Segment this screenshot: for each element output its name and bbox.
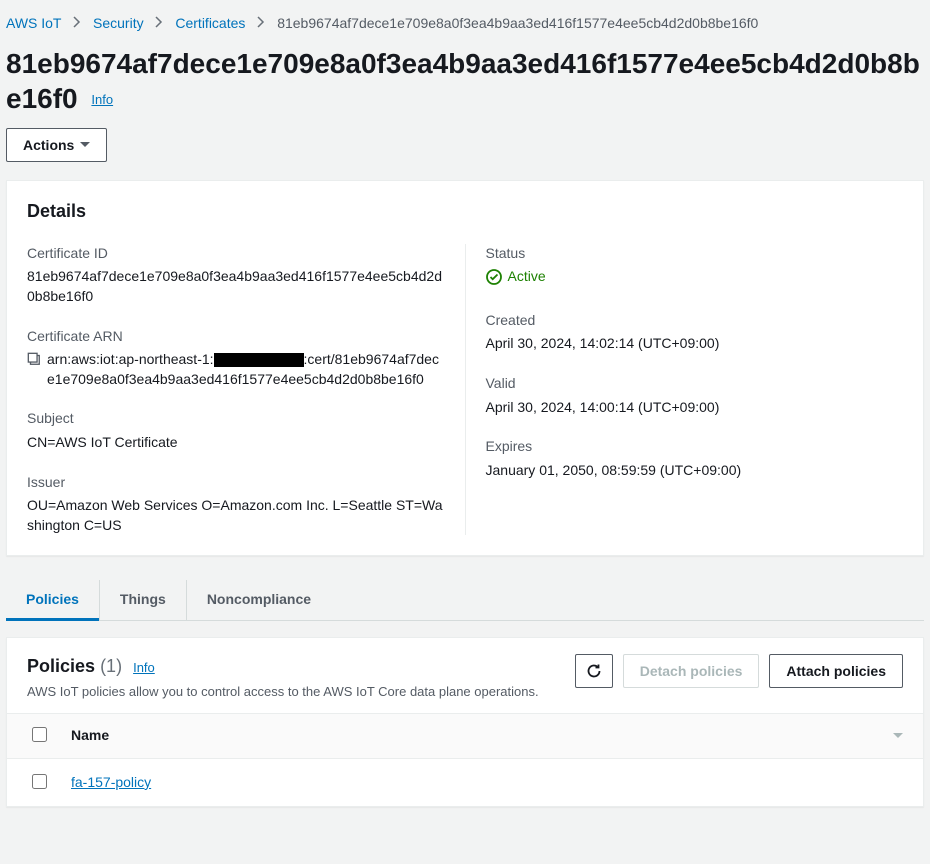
valid-value: April 30, 2024, 14:00:14 (UTC+09:00) [486,398,904,418]
issuer-label: Issuer [27,473,445,493]
policies-count: (1) [100,656,122,676]
subject-label: Subject [27,409,445,429]
breadcrumb-current: 81eb9674af7dece1e709e8a0f3ea4b9aa3ed416f… [277,15,758,31]
subject-value: CN=AWS IoT Certificate [27,433,445,453]
page-title-text: 81eb9674af7dece1e709e8a0f3ea4b9aa3ed416f… [6,48,920,114]
cert-id-label: Certificate ID [27,244,445,264]
breadcrumb-aws-iot[interactable]: AWS IoT [6,15,61,31]
detach-policies-button: Detach policies [623,654,760,688]
expires-label: Expires [486,437,904,457]
policies-info-link[interactable]: Info [133,660,155,675]
cert-id-value: 81eb9674af7dece1e709e8a0f3ea4b9aa3ed416f… [27,267,445,306]
policy-link[interactable]: fa-157-policy [71,774,151,790]
check-circle-icon [486,269,502,285]
status-label: Status [486,244,904,264]
sort-caret-icon [893,726,903,746]
name-header[interactable]: Name [51,714,923,759]
select-all-checkbox[interactable] [32,727,47,742]
redacted-account [214,353,304,367]
attach-policies-button[interactable]: Attach policies [769,654,903,688]
refresh-icon [586,663,602,679]
expires-value: January 01, 2050, 08:59:59 (UTC+09:00) [486,461,904,481]
valid-label: Valid [486,374,904,394]
details-panel: Details Certificate ID 81eb9674af7dece1e… [6,180,924,557]
chevron-right-icon [155,14,163,34]
copy-icon[interactable] [27,352,41,372]
row-checkbox[interactable] [32,774,47,789]
refresh-button[interactable] [575,654,613,688]
caret-down-icon [80,142,90,147]
tab-things[interactable]: Things [100,580,187,620]
policies-desc: AWS IoT policies allow you to control ac… [27,683,539,701]
created-label: Created [486,311,904,331]
status-value: Active [486,267,546,287]
policies-panel: Policies (1) Info AWS IoT policies allow… [6,637,924,808]
chevron-right-icon [73,14,81,34]
actions-button[interactable]: Actions [6,128,107,162]
chevron-right-icon [257,14,265,34]
issuer-value: OU=Amazon Web Services O=Amazon.com Inc.… [27,496,445,535]
table-row: fa-157-policy [7,758,923,806]
breadcrumb-certificates[interactable]: Certificates [175,15,245,31]
tab-noncompliance[interactable]: Noncompliance [187,580,331,620]
divider [465,244,466,536]
breadcrumb: AWS IoT Security Certificates 81eb9674af… [6,6,924,38]
cert-arn-label: Certificate ARN [27,327,445,347]
info-link[interactable]: Info [91,92,113,107]
cert-arn-value: arn:aws:iot:ap-northeast-1::cert/81eb967… [47,350,445,389]
tabs: Policies Things Noncompliance [6,580,924,621]
details-heading: Details [7,181,923,224]
page-title: 81eb9674af7dece1e709e8a0f3ea4b9aa3ed416f… [6,46,924,116]
created-value: April 30, 2024, 14:02:14 (UTC+09:00) [486,334,904,354]
actions-button-label: Actions [23,137,74,153]
breadcrumb-security[interactable]: Security [93,15,144,31]
tab-policies[interactable]: Policies [6,580,100,620]
policies-title: Policies (1) [27,656,127,676]
policies-table: Name fa-157-policy [7,713,923,806]
